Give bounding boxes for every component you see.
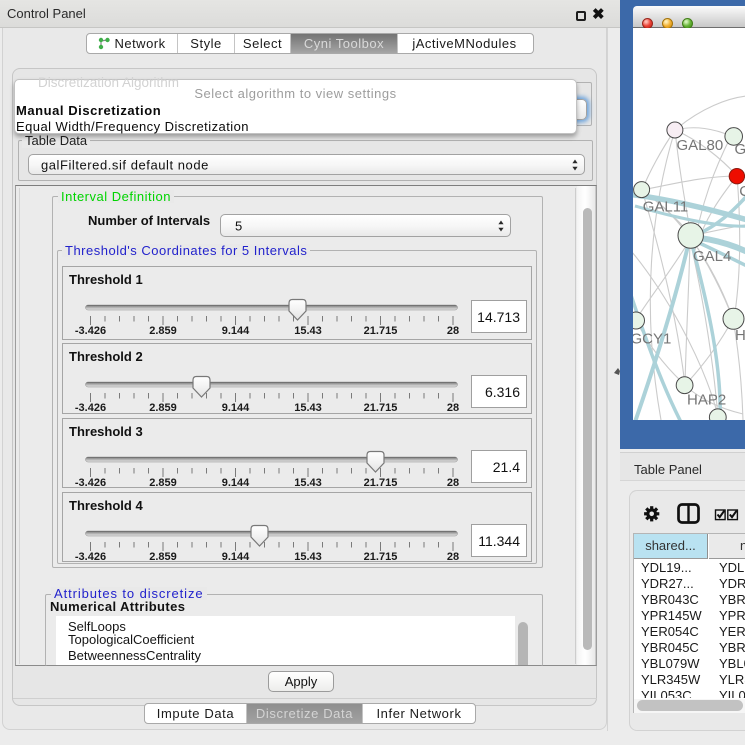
svg-text:-3.426: -3.426 (75, 402, 106, 414)
svg-text:2.859: 2.859 (149, 551, 177, 563)
svg-text:2.859: 2.859 (149, 325, 177, 337)
svg-text:21.715: 21.715 (364, 477, 398, 489)
svg-text:2.859: 2.859 (149, 402, 177, 414)
svg-text:-3.426: -3.426 (75, 477, 106, 489)
svg-text:GAL4: GAL4 (693, 248, 731, 265)
svg-text:15.43: 15.43 (294, 551, 322, 563)
svg-text:-3.426: -3.426 (75, 325, 106, 337)
svg-text:2.859: 2.859 (149, 477, 177, 489)
svg-text:28: 28 (447, 402, 459, 414)
svg-text:GA: GA (735, 141, 745, 158)
svg-text:21.715: 21.715 (364, 402, 398, 414)
svg-text:9.144: 9.144 (222, 325, 250, 337)
svg-text:C: C (739, 183, 745, 200)
svg-text:15.43: 15.43 (294, 325, 322, 337)
svg-text:9.144: 9.144 (222, 551, 250, 563)
svg-text:HAP2: HAP2 (687, 392, 726, 409)
svg-text:GCY1: GCY1 (633, 330, 671, 347)
svg-text:-3.426: -3.426 (75, 551, 106, 563)
svg-text:28: 28 (447, 325, 459, 337)
svg-text:28: 28 (447, 551, 459, 563)
svg-text:9.144: 9.144 (222, 477, 250, 489)
svg-text:21.715: 21.715 (364, 551, 398, 563)
svg-text:21.715: 21.715 (364, 325, 398, 337)
svg-text:H: H (735, 327, 745, 344)
svg-text:GAL80: GAL80 (677, 137, 724, 154)
svg-text:15.43: 15.43 (294, 477, 322, 489)
svg-text:GAL11: GAL11 (643, 198, 689, 215)
svg-text:15.43: 15.43 (294, 402, 322, 414)
svg-text:9.144: 9.144 (222, 402, 250, 414)
svg-text:28: 28 (447, 477, 459, 489)
